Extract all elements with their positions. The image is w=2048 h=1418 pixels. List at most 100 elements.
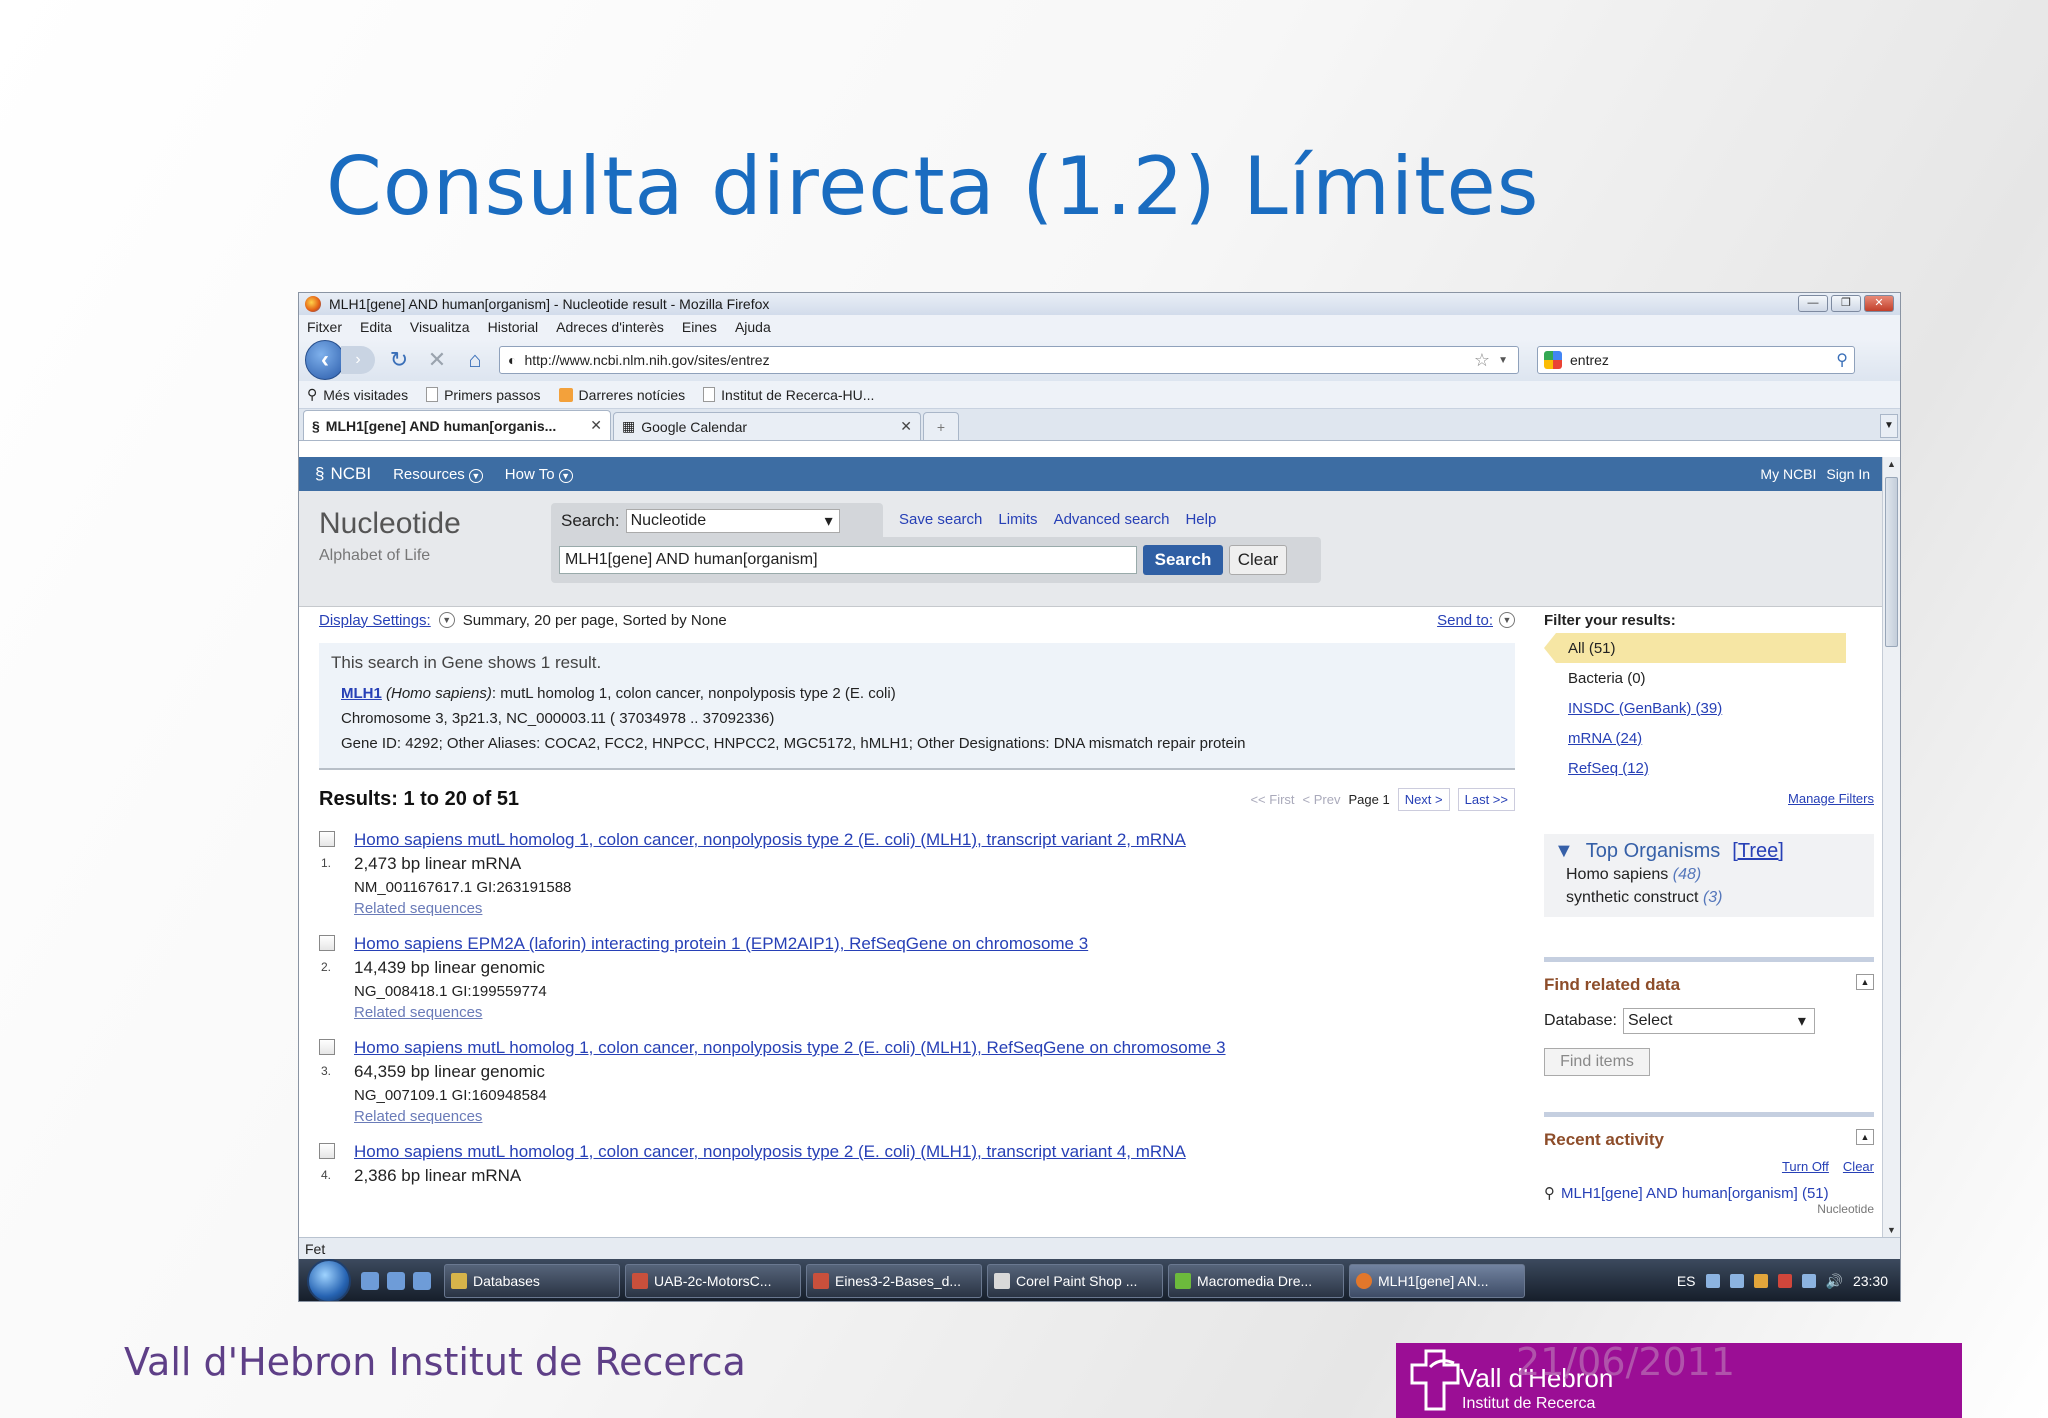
internet-explorer-icon[interactable]: [413, 1272, 431, 1290]
filter-refseq[interactable]: RefSeq (12): [1544, 753, 1874, 783]
filter-mrna[interactable]: mRNA (24): [1544, 723, 1874, 753]
bookmark-mes-visitades[interactable]: ⚲ Més visitades: [307, 386, 408, 403]
language-indicator[interactable]: ES: [1677, 1273, 1696, 1289]
new-tab-button[interactable]: +: [923, 412, 959, 440]
reload-icon[interactable]: ↻: [385, 347, 413, 373]
save-search-link[interactable]: Save search: [899, 511, 982, 528]
menu-eines[interactable]: Eines: [682, 319, 717, 335]
result-title-link[interactable]: Homo sapiens mutL homolog 1, colon cance…: [354, 1140, 1515, 1164]
clear-button[interactable]: Clear: [1229, 545, 1287, 575]
scroll-up-icon[interactable]: ▲: [1883, 459, 1900, 469]
gene-symbol-link[interactable]: MLH1: [341, 685, 382, 702]
nav-resources[interactable]: Resources ▼: [393, 466, 483, 483]
close-tab-icon[interactable]: ✕: [590, 417, 602, 434]
turn-off-link[interactable]: Turn Off: [1782, 1159, 1829, 1174]
task-macromedia[interactable]: Macromedia Dre...: [1168, 1264, 1344, 1298]
tab-google-calendar[interactable]: ▦ Google Calendar ✕: [613, 412, 921, 440]
menu-ajuda[interactable]: Ajuda: [735, 319, 771, 335]
scrollbar-thumb[interactable]: [1885, 477, 1898, 647]
clock[interactable]: 23:30: [1853, 1273, 1888, 1289]
ncbi-logo[interactable]: § NCBI: [315, 464, 371, 484]
task-eines3[interactable]: Eines3-2-Bases_d...: [806, 1264, 982, 1298]
related-database-select[interactable]: Select ▾: [1622, 1008, 1815, 1034]
maximize-button[interactable]: ❐: [1831, 295, 1861, 312]
tray-icon[interactable]: [1729, 1274, 1744, 1288]
url-dropdown-icon[interactable]: ▼: [1498, 355, 1508, 366]
database-select[interactable]: Nucleotide ▾: [625, 509, 840, 533]
show-desktop-icon[interactable]: [361, 1272, 379, 1290]
search-icon[interactable]: ⚲: [1836, 350, 1848, 370]
home-icon[interactable]: ⌂: [461, 347, 489, 373]
task-uab-motors[interactable]: UAB-2c-MotorsC...: [625, 1264, 801, 1298]
query-input[interactable]: MLH1[gene] AND human[organism]: [559, 546, 1137, 574]
close-window-button[interactable]: ✕: [1864, 295, 1894, 312]
tab-list-icon[interactable]: ▼: [1880, 414, 1898, 438]
recent-query-item[interactable]: ⚲ MLH1[gene] AND human[organism] (51): [1544, 1184, 1874, 1203]
tray-icon[interactable]: [1753, 1274, 1768, 1288]
volume-icon[interactable]: 🔊: [1826, 1273, 1843, 1290]
result-title-link[interactable]: Homo sapiens EPM2A (laforin) interacting…: [354, 932, 1515, 956]
back-button[interactable]: ‹: [305, 340, 345, 380]
pager-next[interactable]: Next >: [1397, 787, 1450, 811]
result-title-link[interactable]: Homo sapiens mutL homolog 1, colon cance…: [354, 828, 1515, 852]
start-button[interactable]: [307, 1259, 351, 1301]
result-checkbox[interactable]: [319, 935, 335, 951]
my-ncbi-link[interactable]: My NCBI: [1760, 466, 1816, 482]
related-sequences-link[interactable]: Related sequences: [354, 1108, 1515, 1126]
tray-icon[interactable]: [1705, 1274, 1720, 1288]
bookmark-primers-passos[interactable]: Primers passos: [426, 387, 541, 403]
filter-all[interactable]: All (51): [1544, 633, 1846, 663]
task-corel[interactable]: Corel Paint Shop ...: [987, 1264, 1163, 1298]
tab-ncbi-result[interactable]: § MLH1[gene] AND human[organis... ✕: [303, 410, 611, 440]
menu-fitxer[interactable]: Fitxer: [307, 319, 342, 335]
result-title-link[interactable]: Homo sapiens mutL homolog 1, colon cance…: [354, 1036, 1515, 1060]
network-icon[interactable]: [1801, 1274, 1816, 1288]
chevron-down-icon[interactable]: ▼: [438, 612, 455, 628]
minimize-button[interactable]: —: [1798, 295, 1828, 312]
send-to-link[interactable]: Send to:: [1437, 612, 1493, 629]
filter-insdc[interactable]: INSDC (GenBank) (39): [1544, 693, 1874, 723]
advanced-search-link[interactable]: Advanced search: [1054, 511, 1170, 528]
help-link[interactable]: Help: [1185, 511, 1216, 528]
stop-icon[interactable]: ✕: [423, 347, 451, 373]
search-region: Nucleotide Alphabet of Life Search: Nucl…: [299, 491, 1884, 607]
switch-windows-icon[interactable]: [387, 1272, 405, 1290]
related-sequences-link[interactable]: Related sequences: [354, 900, 1515, 918]
collapse-icon[interactable]: ▲: [1856, 974, 1874, 990]
collapse-icon[interactable]: ▲: [1856, 1129, 1874, 1145]
search-engine-bar[interactable]: entrez ⚲: [1537, 346, 1855, 374]
display-settings-link[interactable]: Display Settings:: [319, 612, 431, 629]
pager-last[interactable]: Last >>: [1457, 787, 1515, 811]
tray-icon[interactable]: [1777, 1274, 1792, 1288]
bookmark-darreres-noticies[interactable]: Darreres notícies: [558, 387, 685, 403]
tree-link[interactable]: [Tree]: [1732, 840, 1784, 863]
scroll-down-icon[interactable]: ▼: [1883, 1225, 1900, 1235]
menu-adreces[interactable]: Adreces d'interès: [556, 319, 664, 335]
menu-historial[interactable]: Historial: [488, 319, 539, 335]
related-sequences-link[interactable]: Related sequences: [354, 1004, 1515, 1022]
address-bar[interactable]: ◐ http://www.ncbi.nlm.nih.gov/sites/entr…: [499, 346, 1519, 374]
result-checkbox[interactable]: [319, 831, 335, 847]
bookmark-star-icon[interactable]: ☆: [1474, 350, 1490, 371]
limits-link[interactable]: Limits: [998, 511, 1037, 528]
find-items-button[interactable]: Find items: [1544, 1048, 1650, 1076]
bookmark-institut-recerca[interactable]: Institut de Recerca-HU...: [703, 387, 874, 403]
task-databases[interactable]: Databases: [444, 1264, 620, 1298]
task-firefox[interactable]: MLH1[gene] AN...: [1349, 1264, 1525, 1298]
vertical-scrollbar[interactable]: ▲ ▼: [1882, 457, 1900, 1237]
result-checkbox[interactable]: [319, 1039, 335, 1055]
menu-visualitza[interactable]: Visualitza: [410, 319, 470, 335]
collapse-triangle-icon[interactable]: ▼: [1554, 840, 1574, 863]
forward-button[interactable]: ›: [341, 346, 375, 374]
menu-edita[interactable]: Edita: [360, 319, 392, 335]
search-button[interactable]: Search: [1143, 545, 1223, 575]
organism-item[interactable]: Homo sapiens (48): [1554, 863, 1864, 886]
manage-filters-link[interactable]: Manage Filters: [1544, 791, 1874, 806]
nav-how-to[interactable]: How To ▼: [505, 466, 573, 483]
organism-item[interactable]: synthetic construct (3): [1554, 886, 1864, 909]
result-checkbox[interactable]: [319, 1143, 335, 1159]
close-tab-icon[interactable]: ✕: [900, 418, 912, 435]
clear-activity-link[interactable]: Clear: [1843, 1159, 1874, 1174]
chevron-down-icon[interactable]: ▼: [1499, 612, 1515, 628]
sign-in-link[interactable]: Sign In: [1826, 466, 1870, 482]
